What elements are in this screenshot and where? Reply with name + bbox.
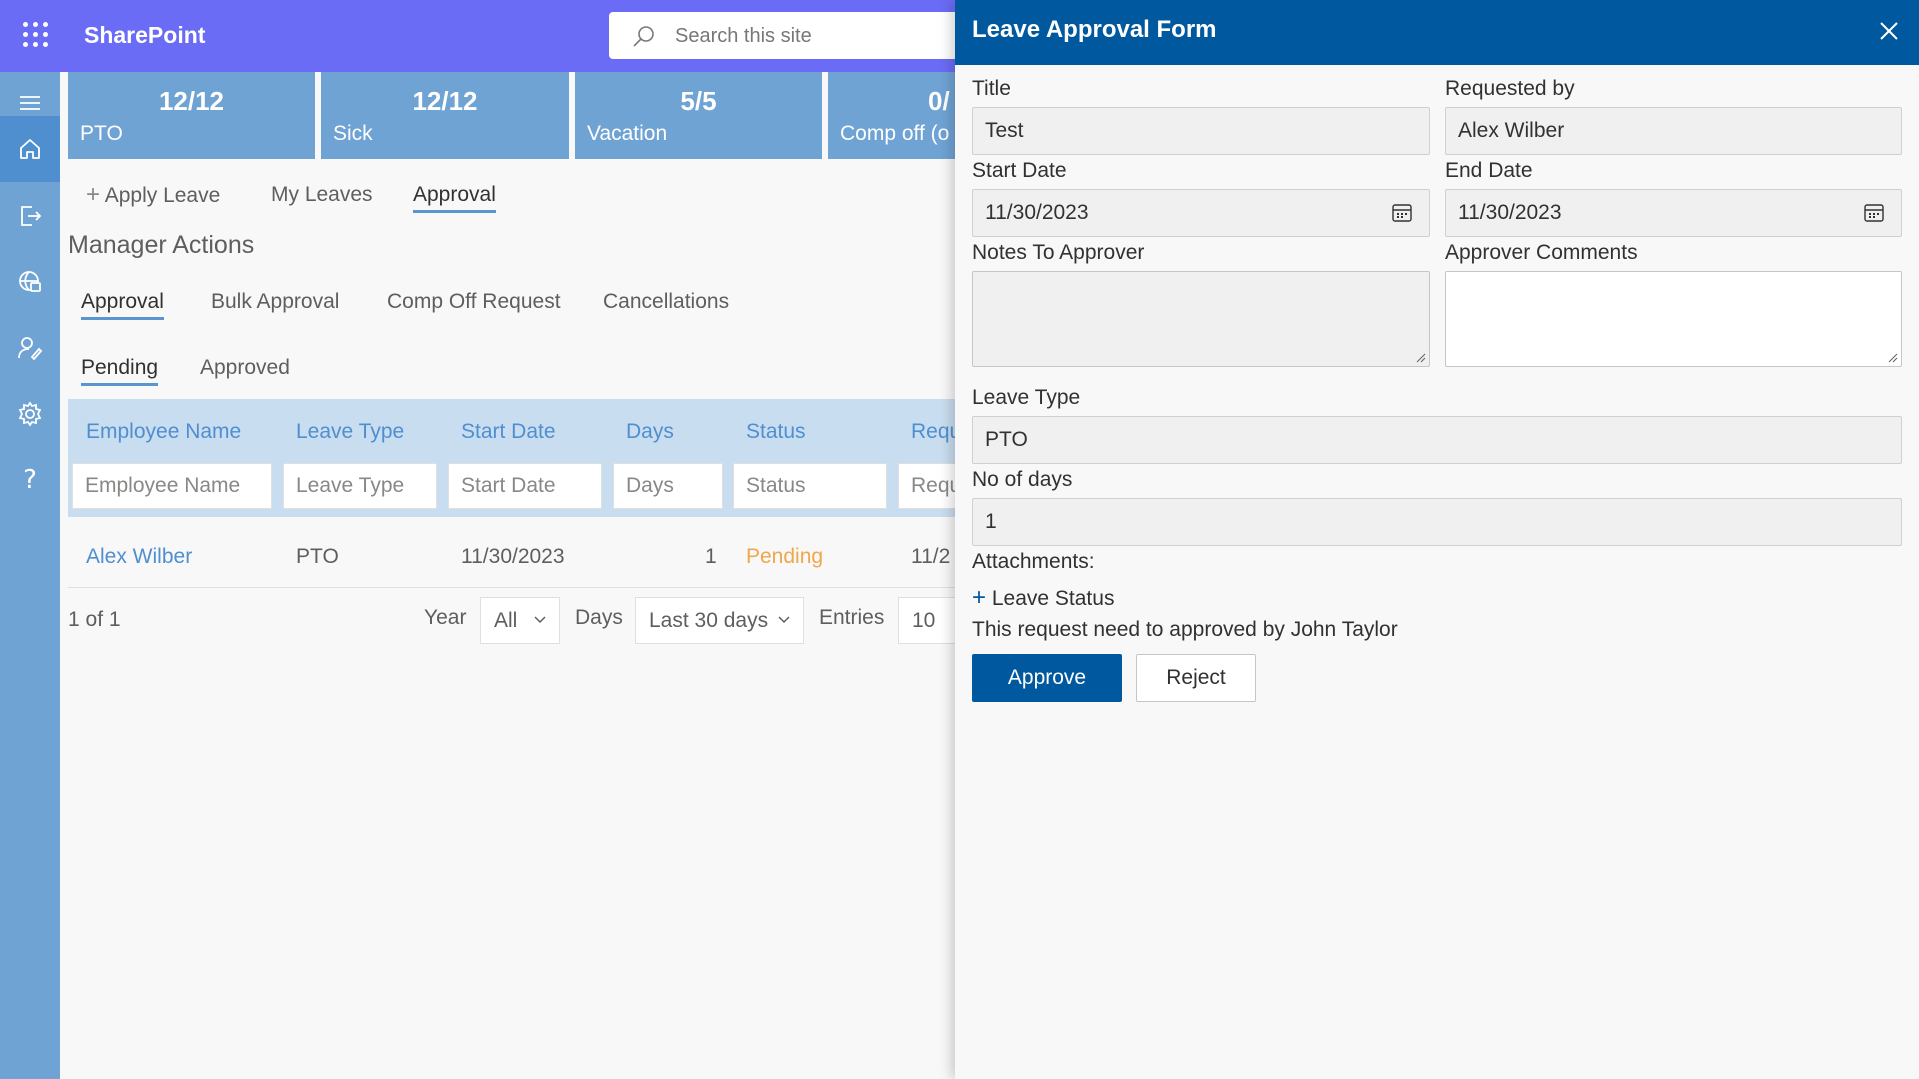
tile-sick: 12/12 Sick xyxy=(321,72,569,159)
leave-status-toggle[interactable]: + Leave Status xyxy=(972,584,1114,612)
tab-apply-leave[interactable]: + Apply Leave xyxy=(86,181,220,209)
notes-textarea[interactable] xyxy=(972,271,1430,367)
reject-button[interactable]: Reject xyxy=(1136,654,1256,702)
tile-label: Comp off (o xyxy=(840,122,950,145)
filter-leave-type-input[interactable]: Leave Type xyxy=(283,463,437,509)
tab-approval[interactable]: Approval xyxy=(413,183,496,213)
calendar-icon[interactable] xyxy=(1391,202,1413,224)
left-rail: ? xyxy=(0,72,60,1079)
plus-icon: + xyxy=(972,584,987,611)
filter-employee-input[interactable]: Employee Name xyxy=(72,463,272,509)
cell-status: Pending xyxy=(746,545,824,568)
filter-start-date-input[interactable]: Start Date xyxy=(448,463,602,509)
title-label: Title xyxy=(972,77,1011,100)
subtab-cancellations[interactable]: Cancellations xyxy=(603,290,729,314)
end-date-label: End Date xyxy=(1445,159,1533,182)
tab-apply-leave-label: Apply Leave xyxy=(104,184,221,207)
filter-status-input[interactable]: Status xyxy=(733,463,887,509)
entries-value: 10 xyxy=(912,609,936,632)
days-select[interactable]: Last 30 days xyxy=(635,597,804,644)
page-info: 1 of 1 xyxy=(68,608,121,631)
end-date-value: 11/30/2023 xyxy=(1458,201,1562,224)
year-label: Year xyxy=(424,606,467,629)
approve-button[interactable]: Approve xyxy=(972,654,1122,702)
days-value: Last 30 days xyxy=(649,609,769,632)
search-icon xyxy=(633,26,654,47)
help-icon[interactable]: ? xyxy=(0,447,60,513)
no-of-days-field[interactable]: 1 xyxy=(972,498,1902,546)
status-tab-approved[interactable]: Approved xyxy=(200,356,290,380)
cell-start-date: 11/30/2023 xyxy=(461,545,565,568)
entries-label: Entries xyxy=(819,606,885,629)
column-header-start-date[interactable]: Start Date xyxy=(461,420,556,444)
status-tab-pending[interactable]: Pending xyxy=(81,356,159,386)
subtab-comp-off-request[interactable]: Comp Off Request xyxy=(387,290,561,314)
entries-select[interactable]: 10 xyxy=(898,597,958,644)
tile-label: Sick xyxy=(333,122,373,145)
subtab-bulk-approval[interactable]: Bulk Approval xyxy=(211,290,339,314)
leave-type-field[interactable]: PTO xyxy=(972,416,1902,464)
tile-value: 5/5 xyxy=(680,86,717,116)
cell-requested: 11/2 xyxy=(911,545,951,568)
cell-employee-link[interactable]: Alex Wilber xyxy=(86,545,192,569)
globe-icon[interactable] xyxy=(0,249,60,315)
start-date-label: Start Date xyxy=(972,159,1067,182)
sign-out-icon[interactable] xyxy=(0,183,60,249)
attachments-label: Attachments: xyxy=(972,550,1095,573)
tile-label: PTO xyxy=(80,122,123,145)
end-date-field[interactable]: 11/30/2023 xyxy=(1445,189,1902,237)
resize-grip-icon[interactable] xyxy=(1888,353,1898,363)
panel-header: Leave Approval Form xyxy=(955,0,1919,65)
title-field[interactable]: Test xyxy=(972,107,1430,155)
start-date-field[interactable]: 11/30/2023 xyxy=(972,189,1430,237)
home-icon[interactable] xyxy=(0,116,60,182)
row-divider xyxy=(68,587,958,588)
tile-value: 12/12 xyxy=(158,86,225,116)
column-header-requested[interactable]: Requ xyxy=(911,420,961,444)
column-header-employee[interactable]: Employee Name xyxy=(86,420,241,444)
approver-note: This request need to approved by John Ta… xyxy=(972,618,1398,641)
search-box[interactable]: Search this site xyxy=(609,12,969,59)
search-placeholder: Search this site xyxy=(675,25,812,47)
subtab-approval[interactable]: Approval xyxy=(81,290,164,320)
leave-status-label: Leave Status xyxy=(991,587,1115,610)
tile-value: 0/ xyxy=(928,86,950,116)
app-launcher-icon[interactable] xyxy=(23,22,49,48)
app-name[interactable]: SharePoint xyxy=(84,22,205,49)
tile-pto: 12/12 PTO xyxy=(68,72,315,159)
leave-type-label: Leave Type xyxy=(972,386,1081,409)
column-header-status[interactable]: Status xyxy=(746,420,806,444)
column-header-leave-type[interactable]: Leave Type xyxy=(296,420,404,444)
approver-comments-textarea[interactable] xyxy=(1445,271,1902,367)
requested-by-label: Requested by xyxy=(1445,77,1575,100)
panel-title: Leave Approval Form xyxy=(972,16,1217,43)
chevron-down-icon xyxy=(534,616,546,624)
notes-label: Notes To Approver xyxy=(972,241,1145,264)
filter-days-input[interactable]: Days xyxy=(613,463,723,509)
year-select[interactable]: All xyxy=(480,597,560,644)
comments-label: Approver Comments xyxy=(1445,241,1638,264)
days-label: Days xyxy=(575,606,623,629)
no-of-days-label: No of days xyxy=(972,468,1073,491)
gear-icon[interactable] xyxy=(0,381,60,447)
tab-my-leaves[interactable]: My Leaves xyxy=(271,183,373,207)
tile-vacation: 5/5 Vacation xyxy=(575,72,822,159)
resize-grip-icon[interactable] xyxy=(1416,353,1426,363)
chevron-down-icon xyxy=(778,616,790,624)
column-header-days[interactable]: Days xyxy=(626,420,674,444)
section-title: Manager Actions xyxy=(68,231,255,259)
start-date-value: 11/30/2023 xyxy=(985,201,1089,224)
cell-days: 1 xyxy=(705,545,717,568)
user-edit-icon[interactable] xyxy=(0,315,60,381)
requested-by-field[interactable]: Alex Wilber xyxy=(1445,107,1902,155)
tile-label: Vacation xyxy=(587,122,668,145)
plus-icon: + xyxy=(86,181,101,208)
filter-requested-input[interactable]: Requ xyxy=(898,463,958,509)
calendar-icon[interactable] xyxy=(1863,202,1885,224)
cell-leave-type: PTO xyxy=(296,545,339,568)
tile-value: 12/12 xyxy=(412,86,478,116)
year-value: All xyxy=(494,609,518,632)
leave-approval-panel: Leave Approval Form Title Test Requested… xyxy=(955,0,1919,1079)
close-icon[interactable] xyxy=(1877,19,1901,43)
